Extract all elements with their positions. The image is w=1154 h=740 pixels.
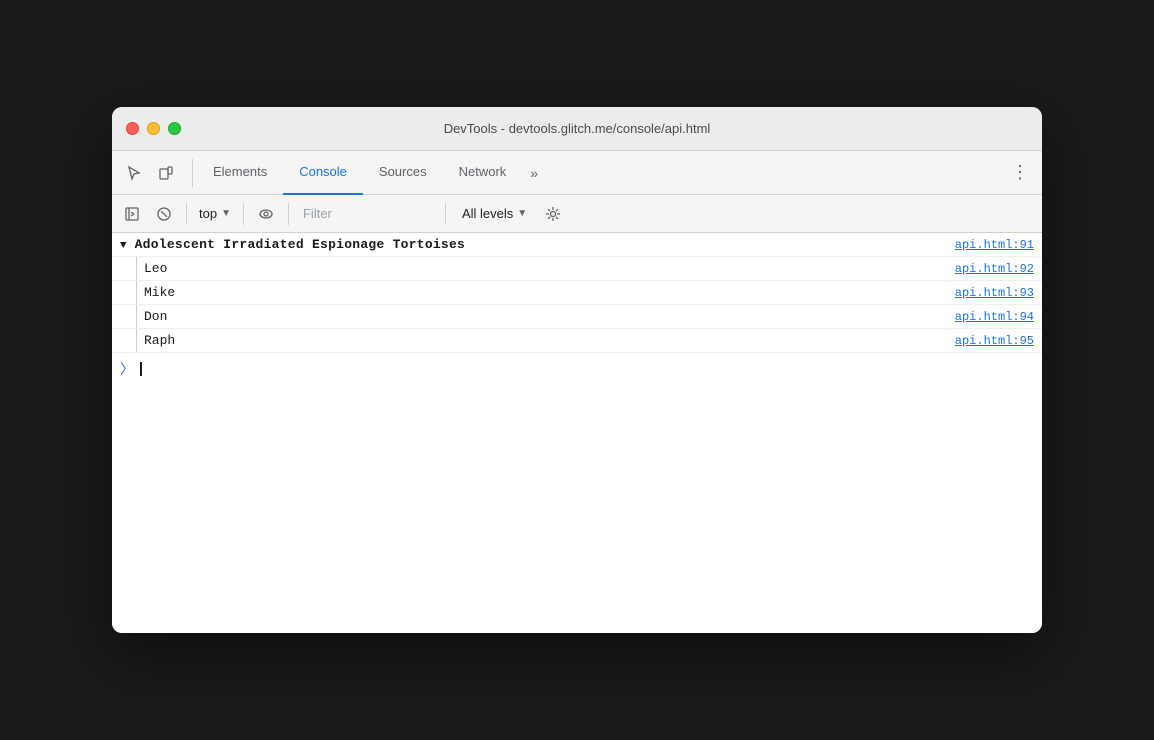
title-bar: DevTools - devtools.glitch.me/console/ap… [112, 107, 1042, 151]
log-entry-mike: Mike api.html:93 [112, 281, 1042, 305]
watch-expressions-button[interactable] [252, 200, 280, 228]
log-entry-don: Don api.html:94 [112, 305, 1042, 329]
levels-dropdown-arrow: ▼ [517, 208, 527, 219]
inspect-element-button[interactable] [120, 159, 148, 187]
toolbar-divider [186, 203, 187, 225]
log-text-don: Don [144, 309, 939, 324]
console-prompt[interactable]: 〉 [112, 353, 1042, 385]
toolbar-divider-2 [243, 203, 244, 225]
toolbar-divider-4 [445, 203, 446, 225]
window-title: DevTools - devtools.glitch.me/console/ap… [444, 121, 711, 136]
more-options-button[interactable]: ⋮ [1006, 159, 1034, 187]
tab-sources[interactable]: Sources [363, 151, 443, 195]
levels-label: All levels [462, 206, 513, 221]
toolbar-icons [120, 159, 193, 187]
sidebar-toggle-button[interactable] [118, 200, 146, 228]
group-expand-triangle[interactable]: ▼ [120, 240, 127, 252]
filter-input[interactable] [297, 206, 437, 221]
log-text-mike: Mike [144, 285, 939, 300]
tab-network[interactable]: Network [443, 151, 523, 195]
traffic-lights [126, 122, 181, 135]
prompt-cursor [140, 362, 142, 376]
console-toolbar: top ▼ All levels ▼ [112, 195, 1042, 233]
log-text-leo: Leo [144, 261, 939, 276]
more-tabs-button[interactable]: » [522, 151, 546, 195]
clear-console-button[interactable] [150, 200, 178, 228]
context-value: top [199, 206, 217, 221]
log-source-91[interactable]: api.html:91 [939, 238, 1034, 252]
console-content: ▼ Adolescent Irradiated Espionage Tortoi… [112, 233, 1042, 633]
log-source-95[interactable]: api.html:95 [939, 334, 1034, 348]
log-source-92[interactable]: api.html:92 [939, 262, 1034, 276]
log-entry-leo: Leo api.html:92 [112, 257, 1042, 281]
context-selector[interactable]: top ▼ [195, 206, 235, 221]
indent-line [136, 257, 137, 280]
devtools-window: DevTools - devtools.glitch.me/console/ap… [112, 107, 1042, 633]
tab-elements[interactable]: Elements [197, 151, 283, 195]
indent-line [136, 281, 137, 304]
log-levels-button[interactable]: All levels ▼ [454, 206, 535, 221]
indent-line [136, 305, 137, 328]
maximize-button[interactable] [168, 122, 181, 135]
tab-console[interactable]: Console [283, 151, 363, 195]
log-entry-raph: Raph api.html:95 [112, 329, 1042, 353]
minimize-button[interactable] [147, 122, 160, 135]
indent-line [136, 329, 137, 352]
log-text-raph: Raph [144, 333, 939, 348]
toolbar-divider-3 [288, 203, 289, 225]
log-group-header[interactable]: ▼ Adolescent Irradiated Espionage Tortoi… [112, 233, 1042, 257]
prompt-arrow-icon: 〉 [120, 359, 134, 379]
close-button[interactable] [126, 122, 139, 135]
log-source-94[interactable]: api.html:94 [939, 310, 1034, 324]
group-label: Adolescent Irradiated Espionage Tortoise… [135, 237, 935, 252]
context-dropdown-arrow: ▼ [221, 208, 231, 219]
console-settings-button[interactable] [539, 200, 567, 228]
log-source-93[interactable]: api.html:93 [939, 286, 1034, 300]
device-toggle-button[interactable] [152, 159, 180, 187]
tab-bar: Elements Console Sources Network » ⋮ [112, 151, 1042, 195]
